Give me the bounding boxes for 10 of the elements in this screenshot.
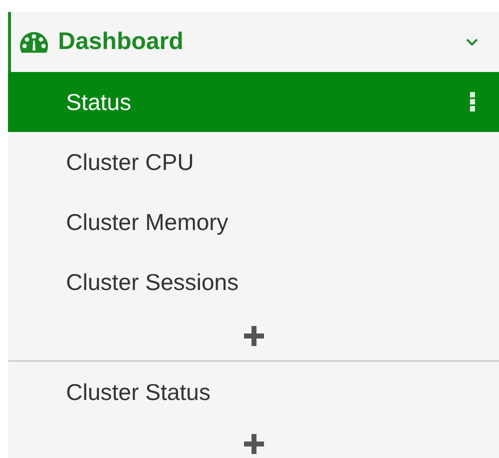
menu-item[interactable]: Cluster Sessions: [8, 252, 499, 312]
menu-item[interactable]: Cluster CPU: [8, 132, 499, 192]
selected-menu-item[interactable]: Status: [8, 72, 499, 132]
menu-item[interactable]: Cluster Status: [8, 362, 499, 422]
gauge-icon: [19, 31, 49, 53]
menu-title: Dashboard: [58, 28, 184, 56]
kebab-menu-icon[interactable]: [470, 92, 475, 112]
add-button[interactable]: [244, 326, 264, 346]
add-button[interactable]: [244, 434, 264, 454]
menu-item[interactable]: Cluster Memory: [8, 192, 499, 252]
